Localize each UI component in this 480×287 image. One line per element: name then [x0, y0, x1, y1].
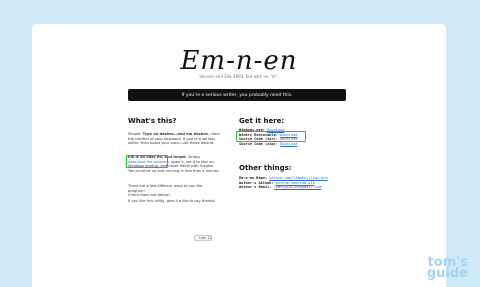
other-things-heading: Other things: — [239, 164, 292, 172]
page-card: Em-n-en Version and Site 4893, but with … — [32, 24, 446, 287]
other-row: Author's Email: lomnyg+en+en@gmail.com — [239, 185, 322, 190]
ways-paragraph: There are a few different ways to you th… — [128, 184, 203, 198]
email-link[interactable]: lomnyg+en+en@gmail.com — [274, 185, 322, 189]
info-banner: If you're a serious writer, you probably… — [128, 89, 346, 101]
highlight-box-download-link — [126, 155, 168, 168]
other-list: Em-n-en Repo: github.com/liamkcillian-en… — [239, 176, 349, 190]
toms-guide-watermark: tom's guide — [426, 255, 468, 281]
intro-paragraph: Simple: Type en dashes—and em dashes—fro… — [128, 132, 220, 146]
get-it-here-heading: Get it here: — [239, 117, 285, 125]
page-tagline: Version and Site 4893, but with no “in”. — [199, 74, 279, 79]
like-button[interactable]: Like 11 — [194, 235, 212, 241]
github-link[interactable]: github.com/lom-o1k — [276, 181, 315, 185]
thanks-paragraph: If you like this utility, give it a like… — [128, 199, 216, 203]
download-link-zip[interactable]: Download — [280, 142, 297, 146]
download-row: Source Code (zip): Download — [239, 141, 298, 146]
page-title: Em-n-en — [180, 46, 298, 76]
highlight-box-executable — [236, 131, 306, 142]
what-is-this-heading: What's this? — [128, 117, 177, 125]
banner-text: If you're a serious writer, you probably… — [181, 92, 293, 98]
repo-link[interactable]: github.com/liamkcillian-enk — [269, 176, 327, 180]
